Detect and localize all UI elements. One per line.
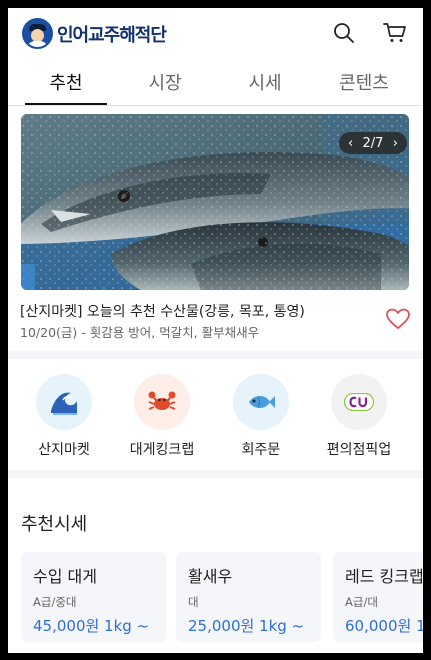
category-sanji-market[interactable]: 산지마켓 <box>24 374 104 459</box>
category-sashimi-order[interactable]: 회주문 <box>221 374 301 459</box>
price-card-grade: 대 <box>188 595 199 609</box>
price-card-price: 45,000원 1kg ~ <box>33 617 150 635</box>
price-card[interactable]: 레드 킹크랩 A급/대 60,000원 1kg ~ <box>333 552 423 642</box>
price-card[interactable]: 수입 대게 A급/중대 45,000원 1kg ~ <box>21 552 166 642</box>
tab-price[interactable]: 시세 <box>225 69 305 95</box>
tab-contents[interactable]: 콘텐츠 <box>324 69 404 95</box>
price-card-price: 25,000원 1kg ~ <box>188 617 305 635</box>
price-card[interactable]: 활새우 대 25,000원 1kg ~ <box>176 552 321 642</box>
category-label: 회주문 <box>241 442 281 458</box>
tab-recommend[interactable]: 추천 <box>26 69 106 95</box>
price-card-name: 수입 대게 <box>33 567 97 586</box>
logo[interactable]: 인어교주해적단 <box>22 18 167 49</box>
logo-text: 인어교주해적단 <box>57 24 167 46</box>
crab-icon <box>134 374 190 430</box>
search-icon[interactable] <box>331 20 357 46</box>
cu-logo <box>331 374 387 430</box>
section-divider <box>8 351 423 359</box>
banner-page-text: 2/7 <box>362 135 384 151</box>
banner-subtitle: 10/20(금) - 횟감용 방어, 먹갈치, 활부채새우 <box>20 325 260 340</box>
price-card-name: 레드 킹크랩 <box>345 567 423 586</box>
banner-page-counter: ‹ 2/7 › <box>339 132 407 154</box>
heart-icon[interactable] <box>386 308 410 330</box>
section-title: 추천시세 <box>21 514 88 535</box>
app-frame: 인어교주해적단 추천 시장 시세 콘텐츠 ‹ 2/7 › [산지마켓] 오늘의 … <box>8 8 423 653</box>
price-card-name: 활새우 <box>188 567 233 586</box>
price-card-price: 60,000원 1kg ~ <box>345 617 423 635</box>
fish-icon <box>233 374 289 430</box>
price-card-grade: A급/중대 <box>33 595 77 609</box>
category-label: 대게킹크랩 <box>129 442 195 458</box>
category-cvs-pickup[interactable]: 편의점픽업 <box>319 374 399 459</box>
cart-icon[interactable] <box>382 20 408 46</box>
section-divider <box>8 470 423 478</box>
header: 인어교주해적단 <box>8 8 423 60</box>
category-label: 편의점픽업 <box>326 442 392 458</box>
tab-bar: 추천 시장 시세 콘텐츠 <box>8 60 423 106</box>
tab-market[interactable]: 시장 <box>125 69 205 95</box>
chevron-left-icon[interactable]: ‹ <box>348 136 353 151</box>
chevron-right-icon[interactable]: › <box>393 136 398 151</box>
tab-active-indicator <box>25 103 107 105</box>
category-label: 산지마켓 <box>38 442 90 458</box>
price-card-grade: A급/대 <box>345 595 378 609</box>
logo-mascot-icon <box>22 18 53 49</box>
category-crab[interactable]: 대게킹크랩 <box>122 374 202 459</box>
banner-title[interactable]: [산지마켓] 오늘의 추천 수산물(강릉, 목포, 통영) <box>20 301 305 321</box>
wave-icon <box>36 374 92 430</box>
